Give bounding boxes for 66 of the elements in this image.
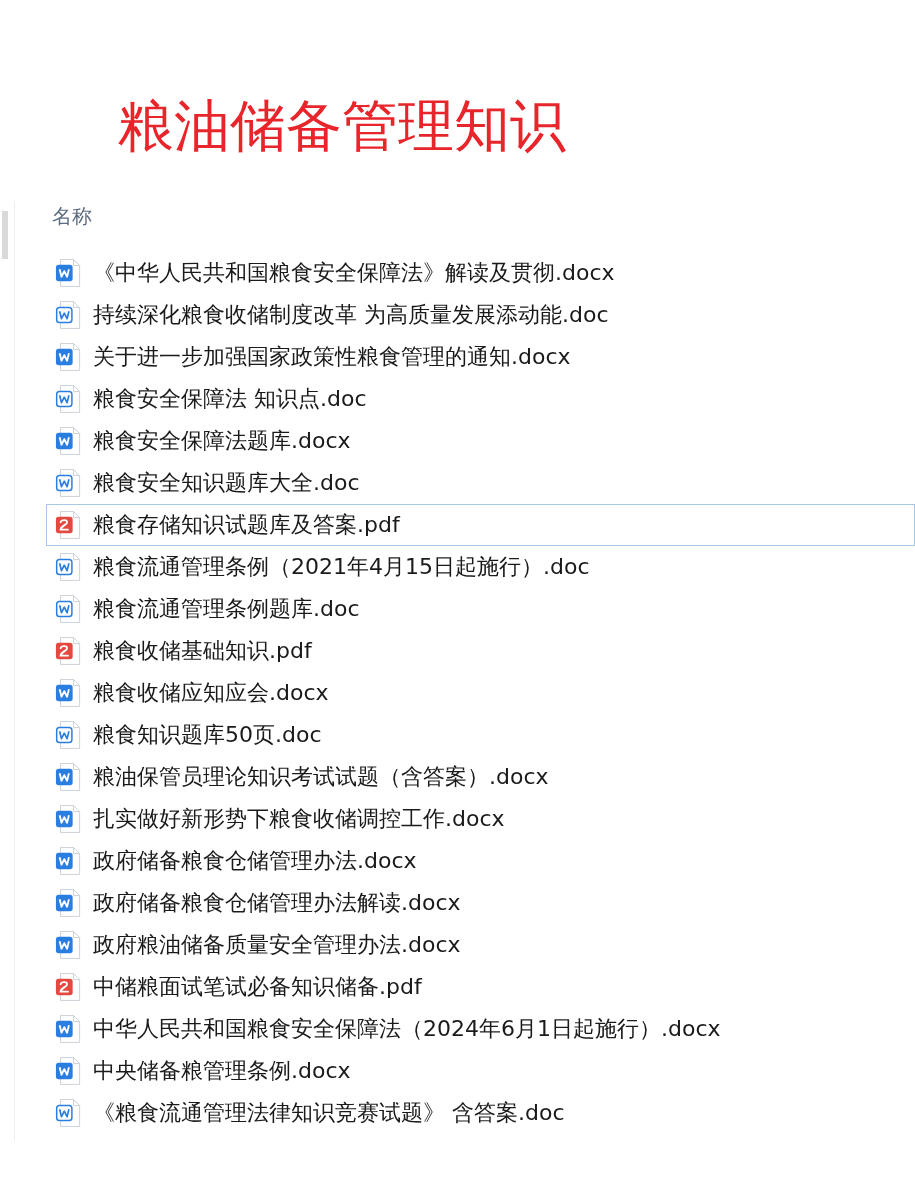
file-row[interactable]: 中华人民共和国粮食安全保障法（2024年6月1日起施行）.docx [46, 1008, 915, 1050]
file-name: 粮食知识题库50页.doc [93, 721, 322, 749]
file-row[interactable]: 《粮食流通管理法律知识竞赛试题》 含答案.doc [46, 1092, 915, 1134]
file-row[interactable]: 粮食收储应知应会.docx [46, 672, 915, 714]
file-name: 持续深化粮食收储制度改革 为高质量发展添动能.doc [93, 301, 609, 329]
file-row[interactable]: 粮食知识题库50页.doc [46, 714, 915, 756]
word-document-icon [55, 300, 81, 330]
file-name: 粮油保管员理论知识考试试题（含答案）.docx [93, 763, 549, 791]
word-document-icon [55, 594, 81, 624]
file-name: 粮食安全知识题库大全.doc [93, 469, 360, 497]
file-name: 政府粮油储备质量安全管理办法.docx [93, 931, 461, 959]
word-document-icon [55, 1056, 81, 1086]
file-name: 中央储备粮管理条例.docx [93, 1057, 351, 1085]
file-name: 《粮食流通管理法律知识竞赛试题》 含答案.doc [93, 1099, 565, 1127]
word-document-icon [55, 930, 81, 960]
file-name: 扎实做好新形势下粮食收储调控工作.docx [93, 805, 505, 833]
word-document-icon [55, 468, 81, 498]
file-name: 粮食收储应知应会.docx [93, 679, 329, 707]
file-row[interactable]: 粮食安全保障法题库.docx [46, 420, 915, 462]
file-row[interactable]: 扎实做好新形势下粮食收储调控工作.docx [46, 798, 915, 840]
file-name: 粮食流通管理条例（2021年4月15日起施行）.doc [93, 553, 590, 581]
file-row[interactable]: 粮食安全知识题库大全.doc [46, 462, 915, 504]
word-document-icon [55, 888, 81, 918]
word-document-icon [55, 1098, 81, 1128]
word-document-icon [55, 384, 81, 414]
file-row[interactable]: 持续深化粮食收储制度改革 为高质量发展添动能.doc [46, 294, 915, 336]
pdf-document-icon [55, 510, 81, 540]
file-name: 政府储备粮食仓储管理办法.docx [93, 847, 417, 875]
column-header[interactable]: 名称 [46, 201, 92, 231]
word-document-icon [55, 342, 81, 372]
file-row[interactable]: 粮食流通管理条例题库.doc [46, 588, 915, 630]
file-row[interactable]: 中储粮面试笔试必备知识储备.pdf [46, 966, 915, 1008]
file-row[interactable]: 政府储备粮食仓储管理办法.docx [46, 840, 915, 882]
file-name: 粮食收储基础知识.pdf [93, 637, 312, 665]
word-document-icon [55, 1014, 81, 1044]
word-document-icon [55, 552, 81, 582]
word-document-icon [55, 426, 81, 456]
file-row[interactable]: 关于进一步加强国家政策性粮食管理的通知.docx [46, 336, 915, 378]
file-name: 粮食存储知识试题库及答案.pdf [93, 511, 400, 539]
scrollbar-thumb[interactable] [2, 211, 8, 259]
file-row[interactable]: 粮油保管员理论知识考试试题（含答案）.docx [46, 756, 915, 798]
pdf-document-icon [55, 972, 81, 1002]
word-document-icon [55, 804, 81, 834]
file-row[interactable]: 政府粮油储备质量安全管理办法.docx [46, 924, 915, 966]
file-name: 粮食安全保障法 知识点.doc [93, 385, 367, 413]
word-document-icon [55, 846, 81, 876]
file-name: 关于进一步加强国家政策性粮食管理的通知.docx [93, 343, 571, 371]
file-row[interactable]: 政府储备粮食仓储管理办法解读.docx [46, 882, 915, 924]
file-name: 粮食安全保障法题库.docx [93, 427, 351, 455]
word-document-icon [55, 720, 81, 750]
word-document-icon [55, 762, 81, 792]
file-row[interactable]: 粮食安全保障法 知识点.doc [46, 378, 915, 420]
file-name: 中储粮面试笔试必备知识储备.pdf [93, 973, 422, 1001]
file-name: 政府储备粮食仓储管理办法解读.docx [93, 889, 461, 917]
file-name: 《中华人民共和国粮食安全保障法》解读及贯彻.docx [93, 259, 615, 287]
file-row[interactable]: 粮食收储基础知识.pdf [46, 630, 915, 672]
word-document-icon [55, 258, 81, 288]
file-row[interactable]: 粮食流通管理条例（2021年4月15日起施行）.doc [46, 546, 915, 588]
word-document-icon [55, 678, 81, 708]
file-name: 粮食流通管理条例题库.doc [93, 595, 360, 623]
pdf-document-icon [55, 636, 81, 666]
file-row[interactable]: 《中华人民共和国粮食安全保障法》解读及贯彻.docx [46, 252, 915, 294]
page-title: 粮油储备管理知识 [117, 92, 567, 160]
file-name: 中华人民共和国粮食安全保障法（2024年6月1日起施行）.docx [93, 1015, 721, 1043]
file-row[interactable]: 粮食存储知识试题库及答案.pdf [46, 504, 915, 546]
file-row[interactable]: 中央储备粮管理条例.docx [46, 1050, 915, 1092]
